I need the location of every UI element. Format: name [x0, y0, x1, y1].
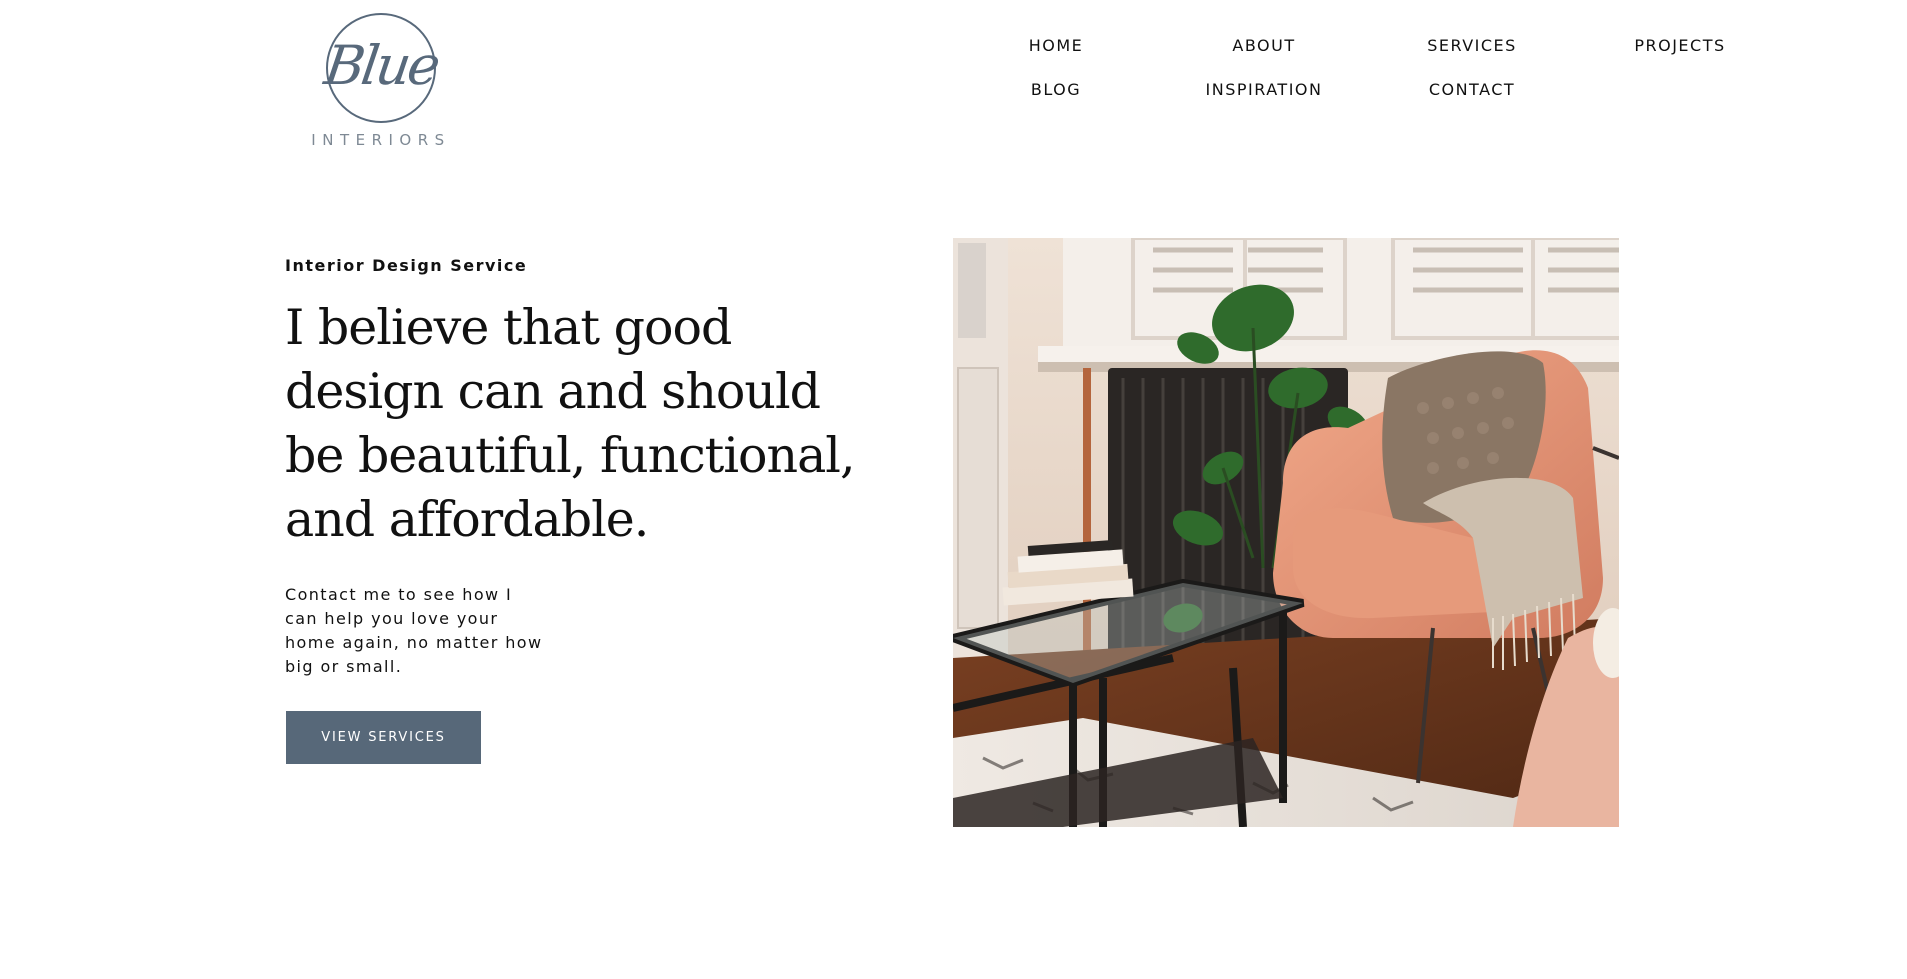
body-line: can help you love your — [285, 609, 499, 628]
hero-headline: I believe that good design can and shoul… — [285, 296, 856, 552]
headline-line: be beautiful, functional, — [285, 427, 856, 484]
nav-services[interactable]: SERVICES — [1392, 36, 1552, 56]
nav-contact[interactable]: CONTACT — [1392, 80, 1552, 100]
nav-projects[interactable]: PROJECTS — [1600, 36, 1760, 56]
body-line: Contact me to see how I — [285, 585, 513, 604]
headline-line: I believe that good — [285, 299, 732, 356]
headline-line: design can and should — [285, 363, 821, 420]
nav-home[interactable]: HOME — [976, 36, 1136, 56]
hero-eyebrow: Interior Design Service — [285, 256, 528, 275]
view-services-button[interactable]: VIEW SERVICES — [286, 711, 481, 764]
headline-line: and affordable. — [285, 491, 649, 548]
body-line: big or small. — [285, 657, 403, 676]
nav-about[interactable]: ABOUT — [1184, 36, 1344, 56]
main-nav: HOME ABOUT SERVICES PROJECTS BLOG INSPIR… — [0, 0, 1907, 110]
logo-subtitle: INTERIORS — [311, 131, 451, 149]
body-line: home again, no matter how — [285, 633, 543, 652]
nav-blog[interactable]: BLOG — [976, 80, 1136, 100]
photo-illustration — [953, 238, 1619, 827]
living-room-photo — [953, 238, 1619, 827]
nav-inspiration[interactable]: INSPIRATION — [1184, 80, 1344, 100]
hero-body: Contact me to see how I can help you lov… — [285, 583, 575, 679]
